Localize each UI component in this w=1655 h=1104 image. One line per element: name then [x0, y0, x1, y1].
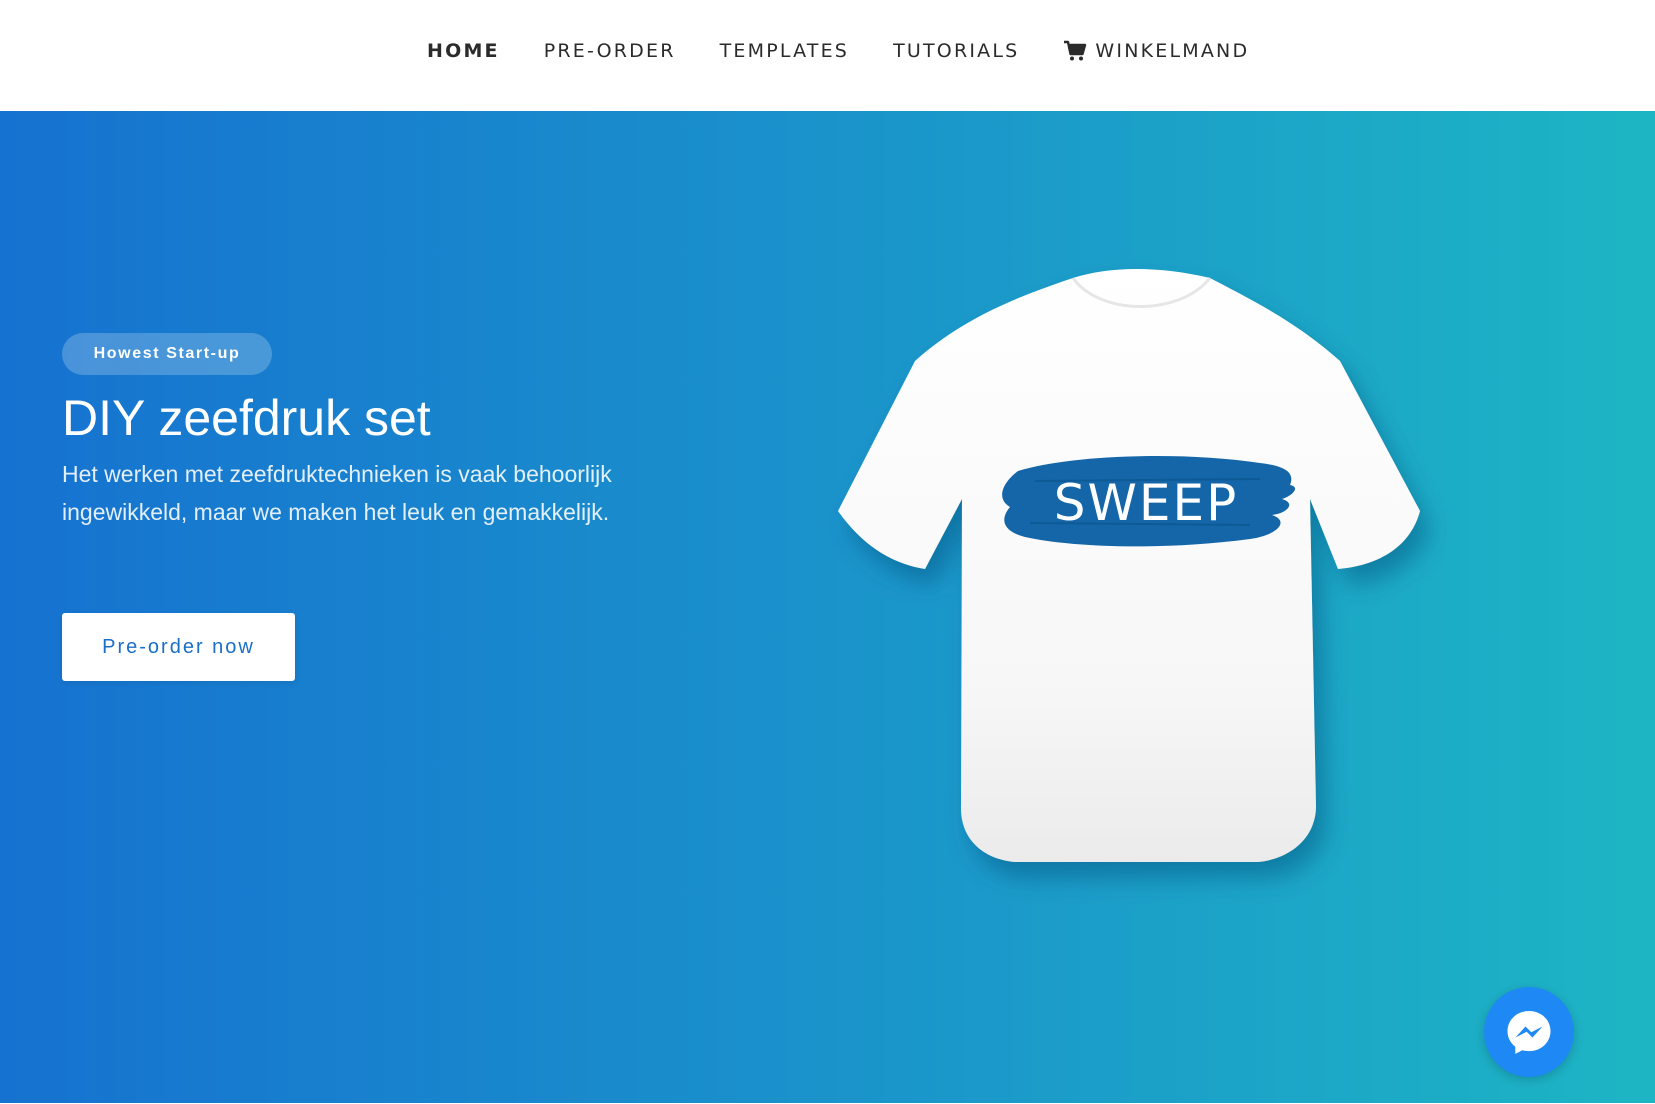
hero-title: DIY zeefdruk set	[62, 390, 431, 446]
nav-item-home[interactable]: HOME	[427, 40, 500, 62]
sweep-brush-stroke: SWEEP	[1002, 456, 1296, 547]
nav-item-templates[interactable]: TEMPLATES	[720, 40, 849, 62]
nav-item-tutorials[interactable]: TUTORIALS	[893, 40, 1019, 62]
shopping-cart-icon	[1064, 40, 1087, 61]
hero-section: Howest Start-up DIY zeefdruk set Het wer…	[0, 111, 1655, 1103]
hero-description: Het werken met zeefdruktechnieken is vaa…	[62, 461, 612, 525]
nav-item-winkelmand-label: WINKELMAND	[1095, 40, 1250, 62]
navbar: HOME PRE-ORDER TEMPLATES TUTORIALS WINKE…	[0, 0, 1655, 111]
nav-list: HOME PRE-ORDER TEMPLATES TUTORIALS WINKE…	[427, 40, 1249, 62]
sweep-print-text: SWEEP	[1054, 474, 1239, 532]
messenger-icon	[1507, 1011, 1551, 1054]
nav-item-pre-order[interactable]: PRE-ORDER	[544, 40, 676, 62]
nav-item-winkelmand[interactable]: WINKELMAND	[1063, 40, 1249, 62]
startup-badge: Howest Start-up	[62, 333, 272, 375]
tshirt-product-image: SWEEP	[838, 269, 1420, 862]
pre-order-now-button[interactable]: Pre-order now	[62, 613, 295, 681]
messenger-chat-button[interactable]	[1484, 987, 1574, 1077]
